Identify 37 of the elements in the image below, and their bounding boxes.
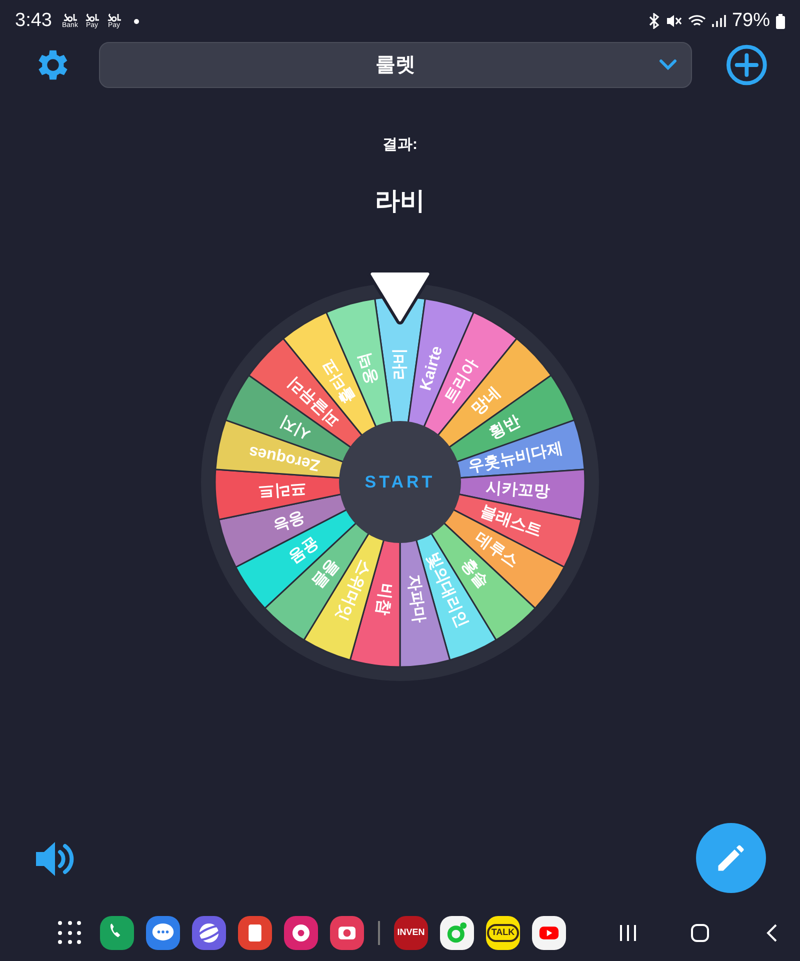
battery-percent: 79% [732, 8, 770, 33]
app-icon[interactable] [100, 916, 134, 950]
mute-icon [666, 14, 682, 28]
segment-label: 옹덕 [356, 350, 381, 386]
app-icon[interactable]: TALK [486, 916, 520, 950]
app-icon[interactable] [532, 916, 566, 950]
segment-label: 응능 [270, 508, 307, 535]
battery-icon [776, 14, 785, 28]
chevron-down-icon [658, 59, 677, 71]
result-value: 라비 [375, 186, 425, 216]
app-icon[interactable]: INVEN [394, 916, 428, 950]
app-icon[interactable] [192, 916, 226, 950]
segment-label: 비참 [373, 582, 395, 616]
segment-label: 라비 [392, 348, 408, 380]
segment-label: Zeroques [247, 442, 322, 474]
clock: 3:43 [15, 8, 52, 33]
dropdown-value: 룰렛 [375, 53, 416, 78]
segment-label: 횡반 [486, 412, 523, 443]
app-icon[interactable] [284, 916, 318, 950]
app-icon[interactable] [238, 916, 272, 950]
result-label: 결과: [382, 135, 418, 155]
app-icon[interactable] [146, 916, 180, 950]
recents-icon[interactable] [618, 923, 638, 943]
app-icon[interactable] [330, 916, 364, 950]
roulette-dropdown[interactable]: 룰렛 [99, 42, 692, 88]
add-icon[interactable] [726, 44, 767, 86]
home-icon[interactable] [690, 923, 710, 943]
signal-icon [712, 14, 726, 28]
wifi-icon [688, 14, 706, 28]
segment-label: 시카꼬망 [485, 479, 550, 501]
start-button[interactable]: START [364, 472, 436, 492]
app-icon[interactable] [440, 916, 474, 950]
segment-label: 자파마 [404, 574, 428, 624]
segment-label: Kairte [418, 344, 446, 392]
segment-label: 프리트 [258, 480, 307, 500]
bluetooth-icon [648, 13, 660, 29]
speaker-icon[interactable] [34, 840, 76, 878]
